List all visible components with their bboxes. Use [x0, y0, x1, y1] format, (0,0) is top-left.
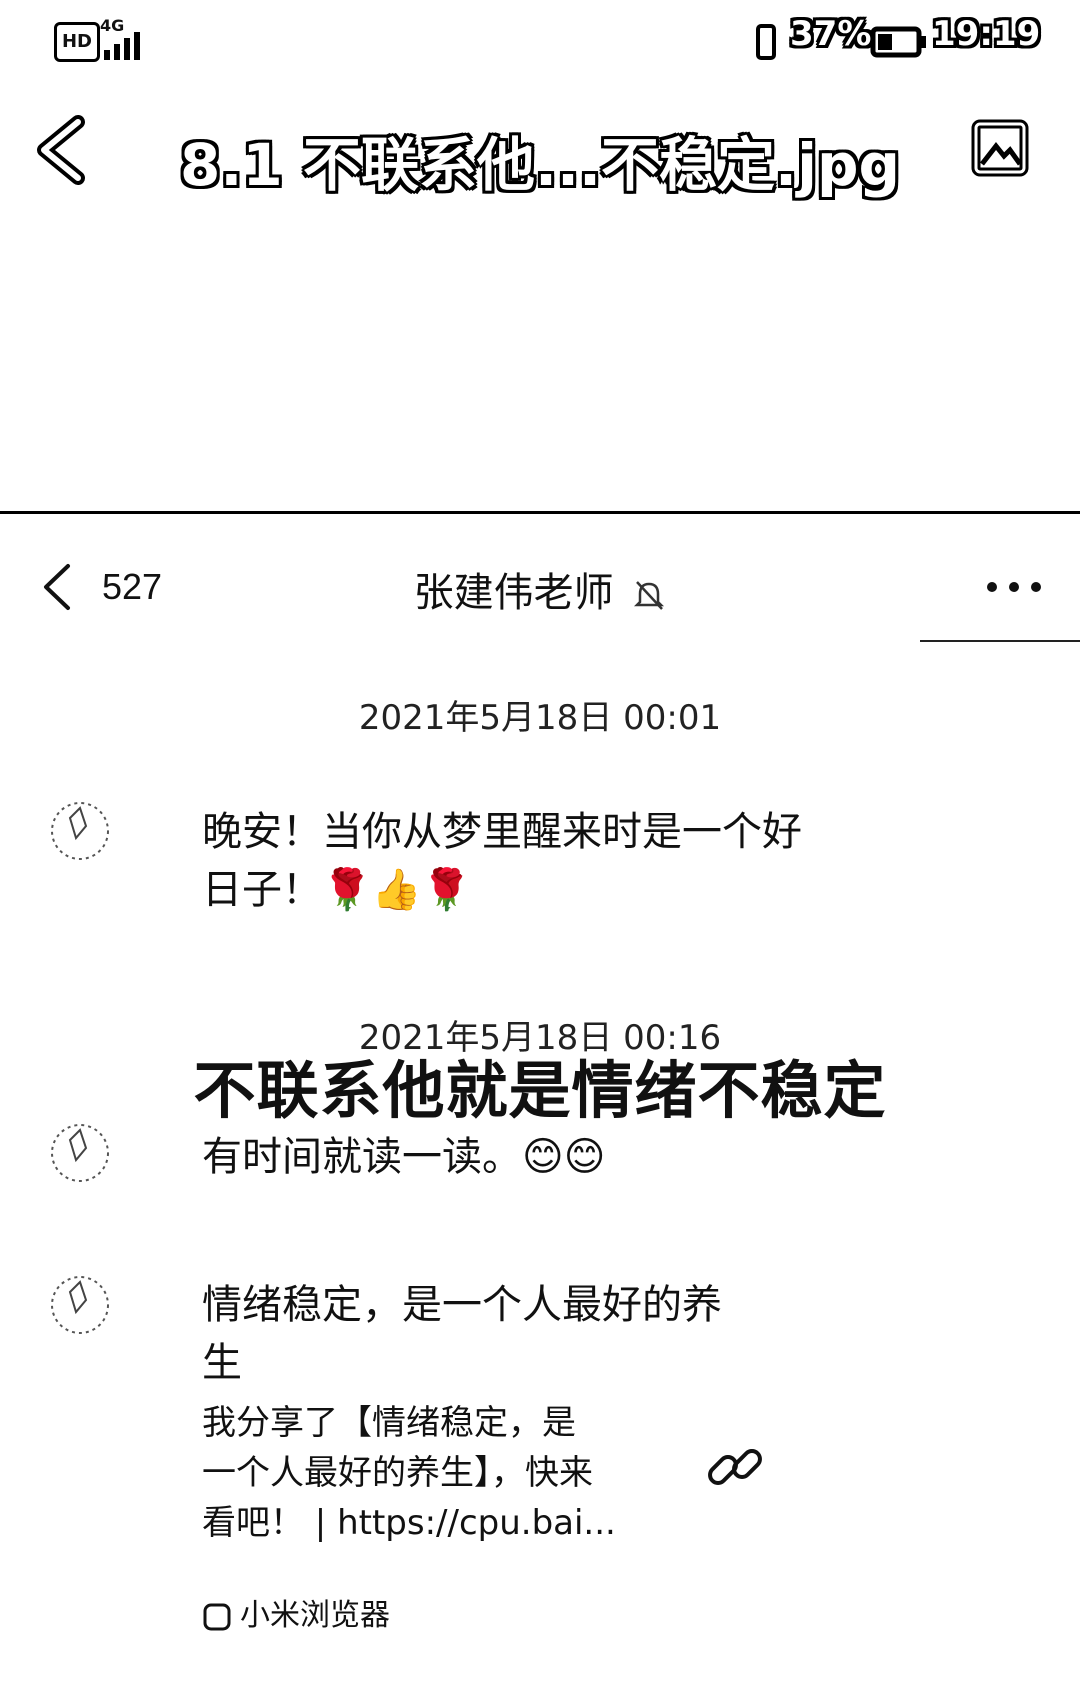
- more-button[interactable]: [982, 572, 1052, 602]
- battery-icon: [870, 24, 928, 60]
- back-button[interactable]: [26, 112, 96, 188]
- message-line: 生: [202, 1340, 242, 1386]
- avatar[interactable]: [40, 798, 120, 864]
- more-dots-icon: [987, 582, 1041, 592]
- image-button[interactable]: [970, 118, 1030, 178]
- timestamp: 2021年5月18日 00:01: [358, 698, 722, 738]
- browser-icon: [203, 1603, 231, 1630]
- bell-off-icon: [634, 581, 665, 610]
- avatar[interactable]: [40, 1120, 120, 1186]
- status-bar: HD 4G 37% 19:19: [0, 0, 1080, 80]
- link-icon: [708, 1449, 762, 1485]
- shared-link-title[interactable]: 情绪稳定，是一个人最好的养 生: [202, 1276, 722, 1392]
- avatar[interactable]: [40, 1272, 120, 1338]
- message-line: 晚安！当你从梦里醒来时是一个好: [202, 809, 802, 855]
- image-icon: [971, 119, 1029, 177]
- message-text: 晚安！当你从梦里醒来时是一个好 日子！🌹👍🌹: [202, 803, 802, 919]
- shared-link-description[interactable]: 我分享了【情绪稳定，是 一个人最好的养生】，快来 看吧！ | https://c…: [202, 1398, 642, 1548]
- chevron-left-icon: [37, 115, 85, 185]
- link-button[interactable]: [704, 1436, 768, 1500]
- hd-badge: HD: [54, 22, 100, 62]
- clock: 19:19: [932, 14, 1041, 54]
- link-source: 小米浏览器: [202, 1590, 390, 1634]
- link-line: 我分享了【情绪稳定，是: [202, 1403, 576, 1443]
- message-line: 日子！🌹👍🌹: [202, 867, 472, 913]
- signal-icon: [102, 30, 150, 60]
- message-line: 情绪稳定，是一个人最好的养: [202, 1282, 722, 1328]
- image-file-title: 8.1 不联系他...不稳定.jpg: [180, 131, 900, 199]
- message-text: 有时间就读一读。😊😊: [202, 1134, 606, 1180]
- contact-name-text: 张建伟老师: [413, 570, 614, 616]
- overlay-caption: 不联系他就是情绪不稳定: [193, 1054, 887, 1127]
- contact-name: 张建伟老师: [300, 560, 780, 618]
- link-source-name: 小米浏览器: [240, 1598, 390, 1633]
- link-line: 一个人最好的养生】，快来: [202, 1453, 593, 1493]
- link-line: 看吧！ | https://cpu.bai...: [202, 1503, 616, 1543]
- vibrate-icon: [750, 24, 784, 60]
- screenshot-border: [0, 511, 1080, 514]
- chat-back-button[interactable]: [38, 562, 78, 612]
- chevron-left-icon: [44, 564, 70, 610]
- header-separator: [920, 640, 1080, 642]
- battery-percent: 37%: [790, 14, 872, 54]
- unread-count: 527: [102, 566, 163, 607]
